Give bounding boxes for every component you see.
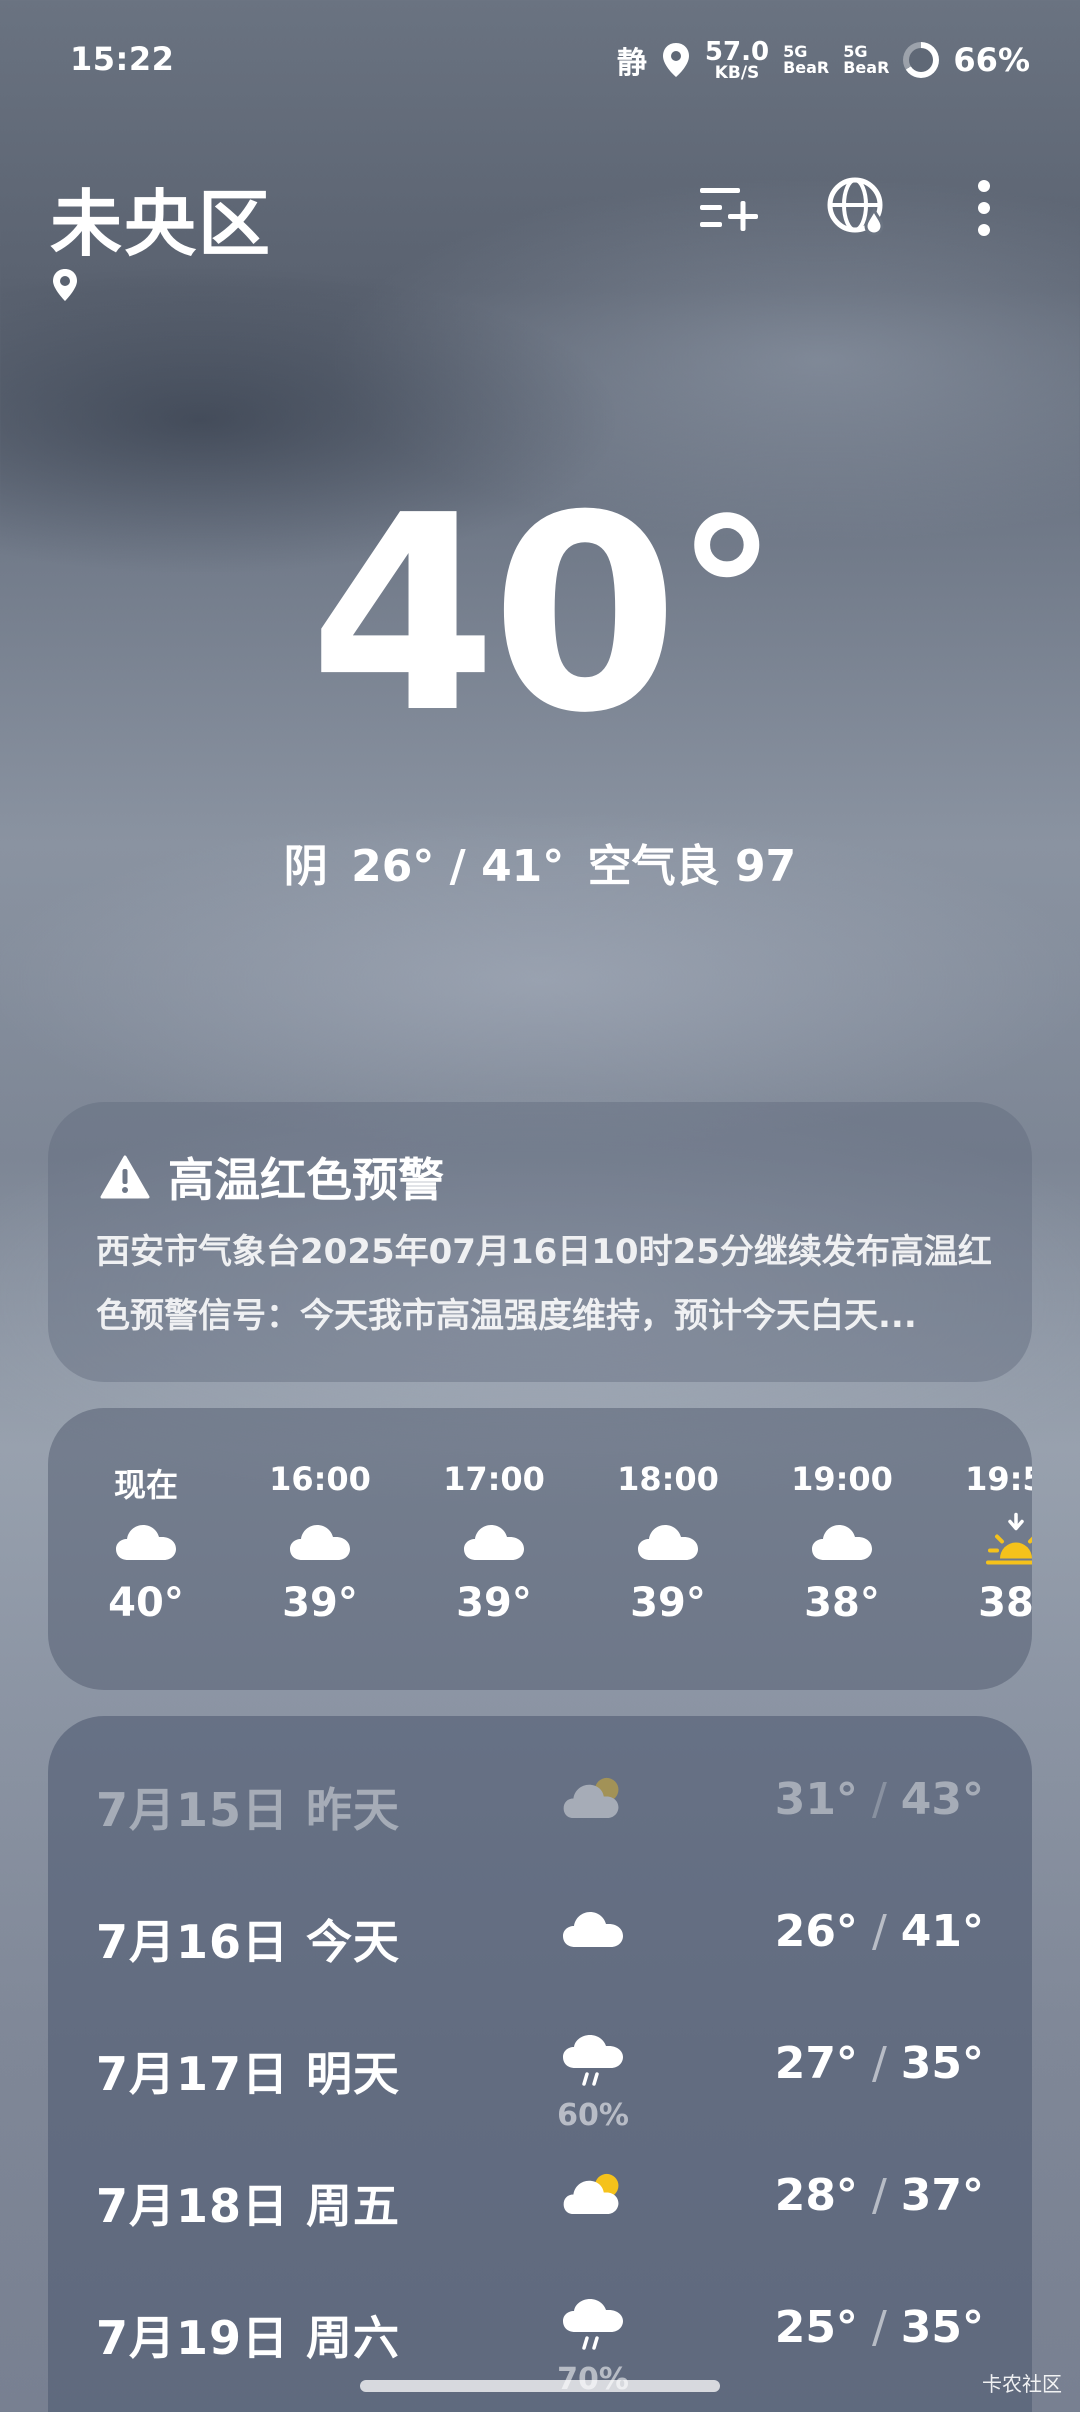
home-indicator[interactable] (360, 2380, 720, 2392)
temp-separator: / (871, 2170, 887, 2221)
signal-sim2: 5G BeaR (843, 44, 889, 76)
daily-row[interactable]: 7月19日 周六70%25°/35° (48, 2272, 1032, 2397)
daily-low: 27° (774, 2038, 858, 2089)
temp-separator: / (871, 2038, 887, 2089)
daily-low: 28° (774, 2170, 858, 2221)
current-temperature: 40° (0, 480, 1080, 750)
weather-alert-card[interactable]: 高温红色预警 西安市气象台2025年07月16日10时25分继续发布高温红色预警… (48, 1102, 1032, 1382)
daily-date: 7月16日 今天 (96, 1915, 401, 1969)
hourly-item[interactable]: 19:00 38° (772, 1460, 912, 1626)
hourly-forecast-card[interactable]: 现在 40° 16:00 39° 17:00 39° 18:00 39° 19:00 38° 19:… (48, 1408, 1032, 1690)
degree-symbol: ° (676, 477, 777, 710)
precip-chance: 60% (557, 2098, 629, 2133)
cloud-icon (548, 1894, 638, 1964)
daily-high: 35° (900, 2038, 984, 2089)
cloud-icon (250, 1504, 390, 1580)
daily-temps: 31° / 43° (775, 1774, 984, 1825)
more-vertical-icon (978, 180, 990, 236)
signal-sim2-bars: BeaR (843, 58, 890, 77)
list-add-icon (700, 188, 758, 231)
temp-separator: / (871, 2302, 887, 2353)
hourly-temp: 38° (804, 1580, 880, 1626)
temperature-range: 26° / 41° (351, 841, 565, 892)
condition-text: 阴 (283, 841, 328, 892)
hourly-time: 19:57 (965, 1460, 1032, 1498)
daily-high: 35° (900, 2302, 984, 2353)
network-speed: 57.0 KB/S (705, 39, 769, 82)
add-city-button[interactable] (690, 168, 770, 248)
sunset-icon (946, 1504, 1032, 1580)
daily-low: 31° (774, 1774, 858, 1825)
cloud-icon (424, 1504, 564, 1580)
hourly-temp: 39° (456, 1580, 532, 1626)
signal-sim1-bars: BeaR (783, 58, 830, 77)
network-speed-value: 57.0 (704, 36, 770, 67)
hourly-temp: 38° (978, 1580, 1032, 1626)
daily-date: 7月15日 昨天 (96, 1783, 401, 1837)
status-time: 15:22 (70, 40, 175, 78)
temp-separator: / (871, 1906, 887, 1957)
current-temperature-value: 40 (309, 457, 679, 772)
alert-body: 西安市气象台2025年07月16日10时25分继续发布高温红色预警信号：今天我市… (96, 1232, 992, 1336)
hourly-time: 19:00 (791, 1460, 893, 1498)
hourly-item[interactable]: 17:00 39° (424, 1460, 564, 1626)
air-quality-map-button[interactable] (818, 168, 898, 248)
partly-cloudy-icon (548, 2158, 638, 2228)
daily-temps: 28° / 37° (775, 2170, 984, 2221)
daily-row[interactable]: 7月18日 周五 28° / 37° (48, 2140, 1032, 2260)
network-speed-unit: KB/S (714, 62, 760, 83)
air-quality: 空气良 97 (587, 841, 797, 892)
status-bar: 15:22 静 57.0 KB/S 5G BeaR 5G BeaR 66% (0, 0, 1080, 120)
hourly-time: 17:00 (443, 1460, 545, 1498)
daily-date: 7月18日 周五 (96, 2179, 401, 2233)
warning-icon (100, 1155, 150, 1199)
hourly-item[interactable]: 现在 40° (76, 1460, 216, 1626)
daily-high: 37° (900, 2170, 984, 2221)
daily-date: 7月17日 明天 (96, 2047, 401, 2101)
daily-temps: 25° / 35° (775, 2302, 984, 2353)
hourly-item[interactable]: 16:00 39° (250, 1460, 390, 1626)
signal-sim1: 5G BeaR (783, 44, 829, 76)
current-location-icon (53, 269, 77, 301)
more-options-button[interactable] (944, 168, 1024, 248)
temp-separator: / (871, 1774, 887, 1825)
city-name[interactable]: 未央区 (50, 165, 272, 270)
daily-row[interactable]: 7月16日 今天 26° / 41° (48, 1876, 1032, 1996)
alert-title: 高温红色预警 (168, 1153, 444, 1207)
hourly-temp: 39° (282, 1580, 358, 1626)
location-icon (662, 43, 689, 77)
hourly-item[interactable]: 18:00 39° (598, 1460, 738, 1626)
partly-cloudy-icon (548, 1762, 638, 1832)
cloud-icon (598, 1504, 738, 1580)
alert-header: 高温红色预警 (100, 1144, 444, 1210)
cloud-icon (772, 1504, 912, 1580)
daily-temps: 26° / 41° (775, 1906, 984, 1957)
daily-date: 7月19日 周六 (96, 2311, 401, 2365)
rain-icon (548, 2026, 638, 2096)
battery-level: 66% (953, 41, 1030, 79)
status-icons: 静 57.0 KB/S 5G BeaR 5G BeaR 66% (617, 38, 1030, 82)
watermark: 卡农社区 (982, 2372, 1062, 2396)
daily-high: 43° (900, 1774, 984, 1825)
hourly-time: 18:00 (617, 1460, 719, 1498)
hourly-temp: 40° (108, 1580, 184, 1626)
globe-drop-icon (827, 177, 884, 236)
mute-indicator: 静 (616, 46, 647, 81)
daily-temps: 27° / 35° (775, 2038, 984, 2089)
hourly-time: 16:00 (269, 1460, 371, 1498)
daily-high: 41° (900, 1906, 984, 1957)
rain-icon (548, 2290, 638, 2360)
hourly-item[interactable]: 19:57 38° (946, 1460, 1032, 1626)
hourly-temp: 39° (630, 1580, 706, 1626)
weather-summary[interactable]: 阴 26° / 41° 空气良 97 (0, 830, 1080, 894)
daily-row[interactable]: 7月17日 明天 60% 27° / 35° (48, 2008, 1032, 2133)
daily-low: 26° (774, 1906, 858, 1957)
daily-forecast-card[interactable]: 7月15日 昨天 31° / 43° 7月16日 今天 26° / 41° 7月17日 明天 60… (48, 1716, 1032, 2412)
cloud-icon (76, 1504, 216, 1580)
battery-icon (903, 42, 940, 78)
daily-row[interactable]: 7月15日 昨天 31° / 43° (48, 1744, 1032, 1864)
daily-low: 25° (774, 2302, 858, 2353)
hourly-time: 现在 (113, 1466, 178, 1504)
